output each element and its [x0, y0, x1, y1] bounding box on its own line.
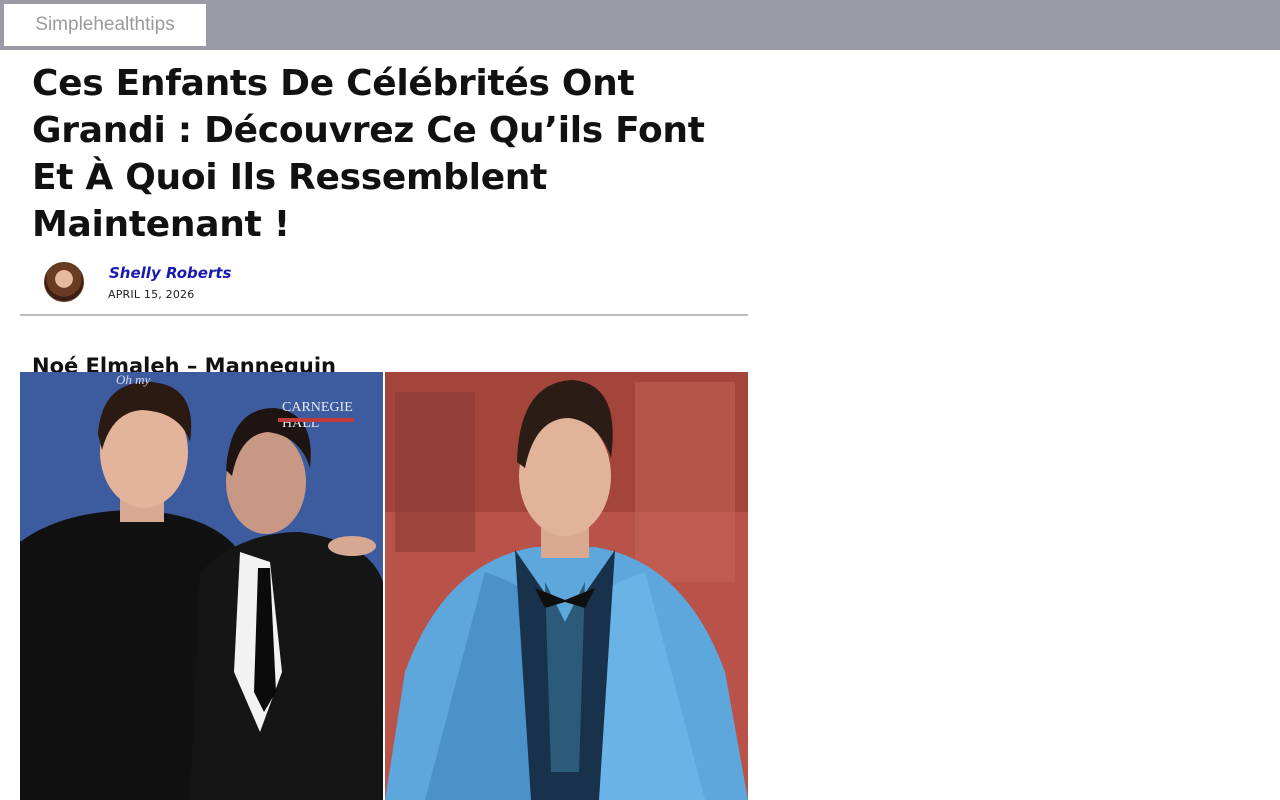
- site-logo[interactable]: Simplehealthtips: [4, 4, 206, 46]
- photo-left-illustration: [20, 372, 383, 800]
- photo-left-stripe: [278, 418, 354, 422]
- author-avatar[interactable]: [44, 262, 84, 302]
- photo-noe-runway: [385, 372, 748, 800]
- photo-right-illustration: [385, 372, 748, 800]
- author-link[interactable]: Shelly Roberts: [109, 264, 231, 282]
- article-title: Ces Enfants De Célébrités Ont Grandi : D…: [32, 63, 705, 245]
- divider: [20, 314, 748, 316]
- publish-date: APRIL 15, 2026: [108, 288, 195, 301]
- photo-left-sign: CARNEGIE HALL: [282, 400, 353, 431]
- photo-left-backdrop-text: Oh my: [116, 372, 151, 387]
- article: Ces Enfants De Célébrités Ont Grandi : D…: [20, 50, 748, 800]
- top-bar: Simplehealthtips: [0, 0, 1280, 50]
- photo-noe-and-father: Oh my CARNEGIE HALL: [20, 372, 383, 800]
- byline: Shelly Roberts APRIL 15, 2026: [20, 262, 748, 322]
- photo-gallery: Oh my CARNEGIE HALL: [20, 372, 748, 800]
- site-logo-text: Simplehealthtips: [35, 14, 175, 35]
